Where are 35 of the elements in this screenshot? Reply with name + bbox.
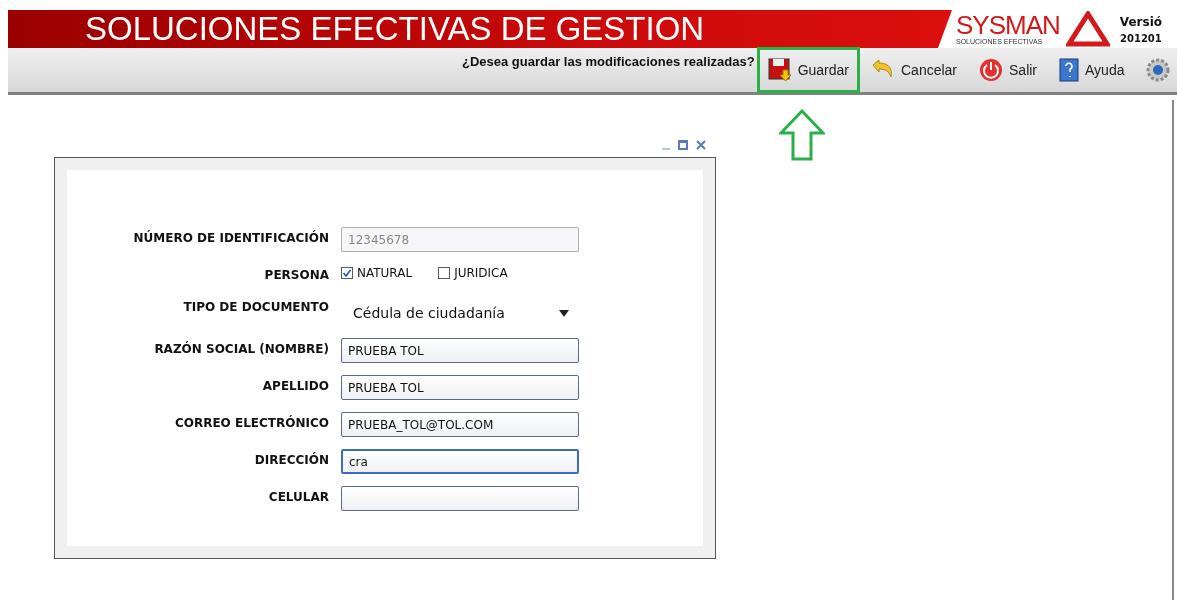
field-label: CORREO ELECTRÓNICO — [173, 414, 329, 432]
version-label: Versió — [1119, 13, 1162, 31]
help-book-icon — [1059, 58, 1080, 82]
checkbox[interactable] — [341, 267, 353, 279]
checkbox-label: JURIDICA — [454, 265, 508, 282]
field-label: DIRECCIÓN — [253, 451, 329, 469]
document-type-dropdown[interactable]: Cédula de ciudadanía — [341, 300, 579, 326]
gear-icon — [1146, 58, 1171, 82]
field-label: RAZÓN SOCIAL (NOMBRE) — [153, 340, 329, 358]
toolbar-button[interactable]: Salir — [968, 47, 1049, 93]
toolbar-button[interactable]: Guardar — [756, 47, 860, 93]
caret-icon — [559, 309, 569, 317]
field-label: PERSONA — [263, 267, 329, 284]
app-title: SOLUCIONES EFECTIVAS DE GESTION — [84, 10, 706, 48]
text-field[interactable]: PRUEBA TOL — [341, 338, 579, 363]
version-number: 201201 — [1120, 31, 1162, 46]
checkbox[interactable] — [438, 267, 451, 279]
field-label: TIPO DE DOCUMENTO — [182, 299, 329, 316]
toolbar-button[interactable]: Cancelar — [860, 47, 968, 93]
logo-wordmark: SYSMAN — [956, 12, 1060, 38]
maximize-icon[interactable] — [678, 140, 688, 150]
text-field[interactable]: PRUEBA_TOL@TOL.COM — [341, 412, 579, 437]
close-icon[interactable] — [696, 140, 706, 150]
power-icon — [979, 58, 1003, 82]
text-field[interactable]: cra — [341, 449, 579, 474]
checkbox-label: NATURAL — [357, 265, 413, 282]
triangle-logo-icon — [1065, 11, 1110, 47]
field-label: APELLIDO — [261, 378, 329, 395]
field-label: CELULAR — [267, 489, 329, 506]
save-prompt: ¿Desea guardar las modificaciones realizadas? — [462, 53, 755, 71]
text-field[interactable] — [341, 486, 579, 511]
field-label: NÚMERO DE IDENTIFICACIÓN — [132, 229, 329, 247]
toolbar-button[interactable]: Ayuda — [1048, 47, 1136, 93]
text-field[interactable]: PRUEBA TOL — [341, 375, 579, 400]
pointer-arrow-icon — [779, 109, 825, 161]
